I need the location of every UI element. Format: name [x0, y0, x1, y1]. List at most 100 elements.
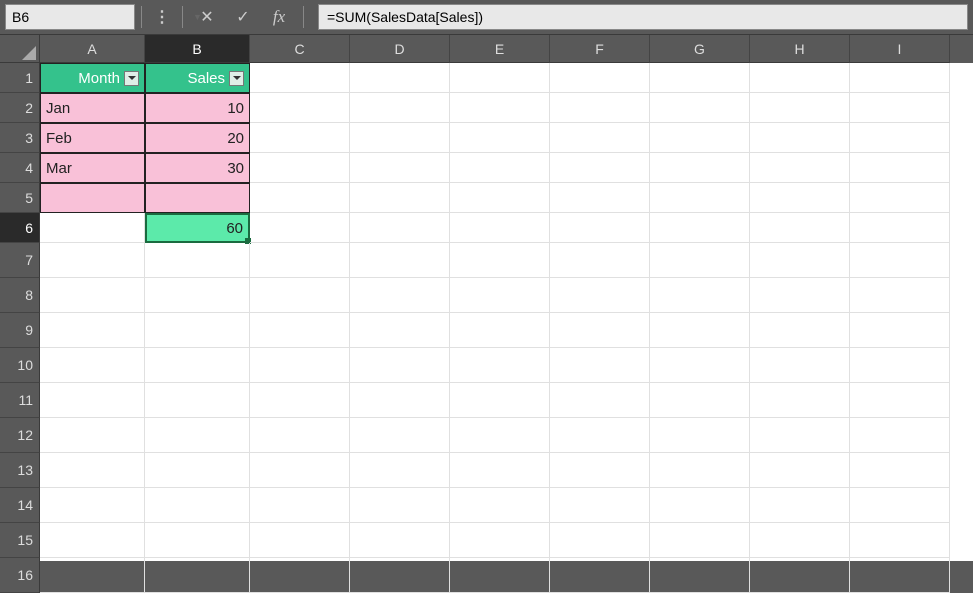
- cell-F6[interactable]: [550, 213, 650, 243]
- cell-E15[interactable]: [450, 523, 550, 558]
- column-header-H[interactable]: H: [750, 35, 850, 63]
- formula-input-container[interactable]: [318, 4, 968, 30]
- cell-C16[interactable]: [250, 558, 350, 593]
- cell-B3[interactable]: 20: [145, 123, 250, 153]
- row-header-6[interactable]: 6: [0, 213, 40, 243]
- cell-E12[interactable]: [450, 418, 550, 453]
- cell-B8[interactable]: [145, 278, 250, 313]
- insert-function-button[interactable]: fx: [261, 4, 297, 30]
- column-header-I[interactable]: I: [850, 35, 950, 63]
- cell-D7[interactable]: [350, 243, 450, 278]
- column-header-C[interactable]: C: [250, 35, 350, 63]
- cell-E13[interactable]: [450, 453, 550, 488]
- cell-C11[interactable]: [250, 383, 350, 418]
- cell-D8[interactable]: [350, 278, 450, 313]
- cell-G3[interactable]: [650, 123, 750, 153]
- cell-C4[interactable]: [250, 153, 350, 183]
- cell-A10[interactable]: [40, 348, 145, 383]
- cell-B2[interactable]: 10: [145, 93, 250, 123]
- cell-D3[interactable]: [350, 123, 450, 153]
- cell-D5[interactable]: [350, 183, 450, 213]
- cell-F4[interactable]: [550, 153, 650, 183]
- cell-A7[interactable]: [40, 243, 145, 278]
- cell-G9[interactable]: [650, 313, 750, 348]
- cell-E4[interactable]: [450, 153, 550, 183]
- cell-A4[interactable]: Mar: [40, 153, 145, 183]
- cell-G10[interactable]: [650, 348, 750, 383]
- cell-E8[interactable]: [450, 278, 550, 313]
- cell-E11[interactable]: [450, 383, 550, 418]
- row-header-4[interactable]: 4: [0, 153, 40, 183]
- cell-H11[interactable]: [750, 383, 850, 418]
- row-header-3[interactable]: 3: [0, 123, 40, 153]
- cell-H3[interactable]: [750, 123, 850, 153]
- cell-D10[interactable]: [350, 348, 450, 383]
- cell-A16[interactable]: [40, 558, 145, 593]
- row-header-15[interactable]: 15: [0, 523, 40, 558]
- cell-I3[interactable]: [850, 123, 950, 153]
- cell-E6[interactable]: [450, 213, 550, 243]
- cell-I9[interactable]: [850, 313, 950, 348]
- cell-B13[interactable]: [145, 453, 250, 488]
- cell-G5[interactable]: [650, 183, 750, 213]
- cell-B16[interactable]: [145, 558, 250, 593]
- cell-C8[interactable]: [250, 278, 350, 313]
- column-header-D[interactable]: D: [350, 35, 450, 63]
- cell-F5[interactable]: [550, 183, 650, 213]
- cell-G6[interactable]: [650, 213, 750, 243]
- cell-E10[interactable]: [450, 348, 550, 383]
- cell-D4[interactable]: [350, 153, 450, 183]
- cell-B15[interactable]: [145, 523, 250, 558]
- select-all-corner[interactable]: [0, 35, 40, 63]
- cell-B4[interactable]: 30: [145, 153, 250, 183]
- cell-F9[interactable]: [550, 313, 650, 348]
- cell-I15[interactable]: [850, 523, 950, 558]
- filter-dropdown-icon[interactable]: [229, 71, 244, 86]
- row-header-12[interactable]: 12: [0, 418, 40, 453]
- cell-F11[interactable]: [550, 383, 650, 418]
- cell-I13[interactable]: [850, 453, 950, 488]
- cell-I2[interactable]: [850, 93, 950, 123]
- enter-button[interactable]: ✓: [225, 4, 261, 30]
- cell-H4[interactable]: [750, 153, 850, 183]
- cell-F15[interactable]: [550, 523, 650, 558]
- cell-I14[interactable]: [850, 488, 950, 523]
- cell-B14[interactable]: [145, 488, 250, 523]
- column-header-A[interactable]: A: [40, 35, 145, 63]
- cell-H16[interactable]: [750, 558, 850, 593]
- cell-D15[interactable]: [350, 523, 450, 558]
- cell-B7[interactable]: [145, 243, 250, 278]
- cell-F2[interactable]: [550, 93, 650, 123]
- cell-H12[interactable]: [750, 418, 850, 453]
- cell-G2[interactable]: [650, 93, 750, 123]
- cell-B5[interactable]: [145, 183, 250, 213]
- cell-F10[interactable]: [550, 348, 650, 383]
- cell-F14[interactable]: [550, 488, 650, 523]
- cell-E5[interactable]: [450, 183, 550, 213]
- cell-A11[interactable]: [40, 383, 145, 418]
- cancel-button[interactable]: ✕: [189, 4, 225, 30]
- cell-E2[interactable]: [450, 93, 550, 123]
- cell-F12[interactable]: [550, 418, 650, 453]
- cell-A8[interactable]: [40, 278, 145, 313]
- cell-H2[interactable]: [750, 93, 850, 123]
- column-header-F[interactable]: F: [550, 35, 650, 63]
- cell-G12[interactable]: [650, 418, 750, 453]
- cell-A9[interactable]: [40, 313, 145, 348]
- cell-G14[interactable]: [650, 488, 750, 523]
- cell-I11[interactable]: [850, 383, 950, 418]
- row-header-2[interactable]: 2: [0, 93, 40, 123]
- cell-H6[interactable]: [750, 213, 850, 243]
- cell-G7[interactable]: [650, 243, 750, 278]
- cell-H10[interactable]: [750, 348, 850, 383]
- cell-B6[interactable]: 60: [145, 213, 250, 243]
- cell-C12[interactable]: [250, 418, 350, 453]
- row-header-14[interactable]: 14: [0, 488, 40, 523]
- cell-A12[interactable]: [40, 418, 145, 453]
- cell-F8[interactable]: [550, 278, 650, 313]
- cell-D13[interactable]: [350, 453, 450, 488]
- cell-A6[interactable]: [40, 213, 145, 243]
- cell-E14[interactable]: [450, 488, 550, 523]
- cell-I4[interactable]: [850, 153, 950, 183]
- row-header-5[interactable]: 5: [0, 183, 40, 213]
